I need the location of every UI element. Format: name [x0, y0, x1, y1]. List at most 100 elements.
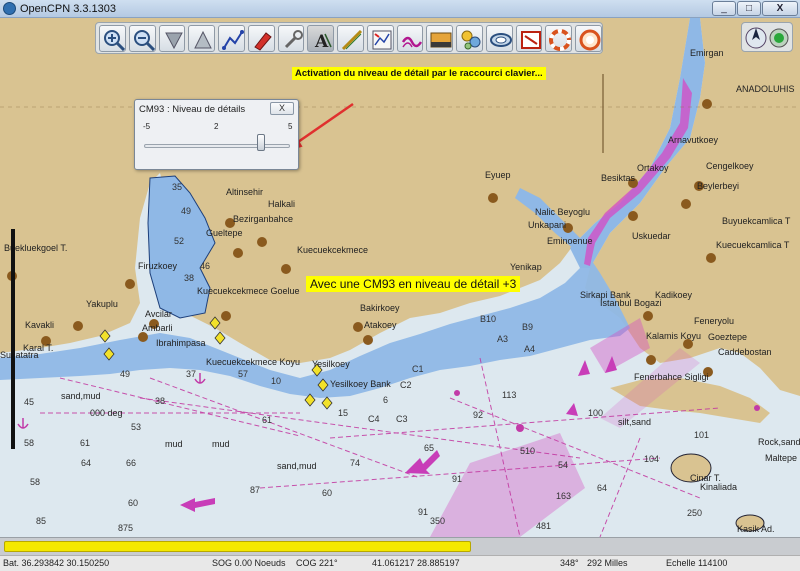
chart-scale-up-button[interactable]	[188, 24, 216, 52]
status-bat: Bat. 36.293842 30.150250	[3, 558, 110, 568]
detail-slider-track[interactable]	[144, 144, 290, 148]
close-button[interactable]: X	[762, 1, 798, 16]
map-label: Kasik Ad.	[737, 524, 775, 534]
mob-button[interactable]	[545, 24, 573, 52]
follow-ship-button[interactable]	[247, 24, 275, 52]
depth-sounding: 92	[473, 410, 484, 420]
zoom-out-icon	[133, 29, 155, 51]
colour-scheme-button[interactable]	[515, 24, 543, 52]
depth-sounding: 60	[322, 488, 333, 498]
depth-sounding: B9	[522, 322, 534, 332]
chart-scale-down-button[interactable]	[158, 24, 186, 52]
annotation-detail-level: Avec une CM93 en niveau de détail +3	[306, 276, 521, 292]
help-icon	[579, 29, 601, 50]
north-arrow-icon	[745, 27, 767, 49]
tide-button[interactable]	[396, 24, 424, 52]
route-manager-icon	[461, 30, 481, 49]
depth-sounding: B10	[480, 314, 497, 324]
map-label: Atakoey	[364, 320, 397, 330]
route-manager-button[interactable]	[456, 24, 483, 52]
depth-sounding: 49	[181, 206, 192, 216]
depth-sounding: 481	[536, 521, 552, 531]
chart-bar-fill[interactable]	[4, 541, 472, 552]
help-button[interactable]	[575, 24, 603, 52]
map-label: Goeztepe	[708, 332, 748, 342]
route-button[interactable]	[218, 24, 245, 52]
depth-sounding: 49	[120, 369, 131, 379]
map-label: Kuecuekcekmece	[297, 245, 369, 255]
current-button[interactable]	[366, 24, 394, 52]
status-position: 41.061217 28.885197	[372, 558, 460, 568]
depth-sounding: 85	[36, 516, 47, 526]
track-button[interactable]	[485, 24, 513, 52]
map-label: Kavakli	[25, 320, 55, 330]
map-label: Firuzkoey	[138, 261, 178, 271]
depth-sounding: 58	[30, 477, 41, 487]
map-label: Ortakoy	[637, 163, 669, 173]
minimize-button[interactable]: _	[712, 1, 736, 16]
depth-sounding: 35	[172, 182, 183, 192]
zoom-in-button[interactable]	[99, 24, 126, 52]
map-label: Unkapani	[528, 220, 567, 230]
tide-icon	[401, 36, 422, 47]
title-bar: OpenCPN 3.3.1303 _ □ X	[0, 0, 800, 18]
map-label: Uskuedar	[632, 231, 671, 241]
map-label: mud	[212, 439, 230, 449]
map-label: Kuecuekcekmece Goeluе	[197, 286, 300, 296]
map-label: Cengelkoey	[706, 161, 754, 171]
depth-sounding: 54	[558, 460, 569, 470]
map-label: Sirkapi Bank	[580, 290, 631, 300]
depth-sounding: 10	[271, 376, 282, 386]
depth-sounding: 61	[80, 438, 91, 448]
map-label: 000 deg	[90, 408, 123, 418]
map-label: Fenerbahce Sigligi	[634, 372, 709, 382]
status-sog: SOG 0.00 Noeuds	[212, 558, 286, 568]
map-label: Halkali	[268, 199, 296, 209]
cm93-detail-dialog: CM93 : Niveau de détails X -5 2 5	[134, 99, 299, 170]
map-label: Bakirkoey	[360, 303, 400, 313]
depth-sounding: 350	[430, 516, 446, 526]
status-bearing: 348°	[560, 558, 579, 568]
depth-sounding: 45	[24, 397, 35, 407]
print-button[interactable]	[426, 24, 454, 52]
depth-sounding: 101	[694, 430, 710, 440]
map-label: mud	[165, 439, 183, 449]
dialog-close-button[interactable]: X	[270, 102, 294, 115]
svg-text:A: A	[314, 32, 329, 52]
track-icon	[489, 32, 512, 47]
settings-button[interactable]	[277, 24, 305, 52]
opencpn-window: OpenCPN 3.3.1303 _ □ X Emirgan ANADOLUHI…	[0, 0, 800, 571]
slider-mid-label: 2	[214, 122, 219, 131]
depth-sounding: 52	[174, 236, 185, 246]
measure-button[interactable]	[337, 24, 364, 52]
map-label: Gueltepe	[206, 228, 243, 238]
chart-bar[interactable]	[0, 537, 800, 555]
depth-sounding: 15	[338, 408, 349, 418]
dialog-title: CM93 : Niveau de détails	[139, 104, 246, 115]
depth-sounding: 875	[118, 523, 134, 533]
maximize-button[interactable]: □	[737, 1, 761, 16]
map-label: Emirgan	[690, 48, 724, 58]
colour-scheme-icon	[520, 30, 541, 49]
map-label: Maltepe	[765, 453, 798, 463]
depth-sounding: 57	[238, 369, 249, 379]
map-label: Feneryolu	[694, 316, 735, 326]
map-label: Beylerbeyi	[697, 181, 740, 191]
map-label: Buyuekcamlica T	[722, 216, 791, 226]
depth-sounding: C2	[400, 380, 412, 390]
text-button[interactable]: A	[307, 24, 335, 52]
map-label: Sutlatatra	[0, 350, 39, 360]
annotation-shortcut: Activation du niveau de détail par le ra…	[292, 67, 546, 80]
map-label: Kuecuekcamlica T	[716, 240, 790, 250]
chart-scale-up-icon	[194, 30, 213, 48]
detail-slider-thumb[interactable]	[256, 134, 265, 151]
zoom-out-button[interactable]	[128, 24, 156, 52]
map-label: Eminoenue	[547, 236, 593, 246]
gps-status-icon	[769, 28, 789, 48]
status-scale: Echelle 114100	[666, 558, 728, 568]
compass-widget[interactable]	[741, 22, 793, 52]
depth-sounding: 87	[250, 485, 261, 495]
depth-sounding: 60	[128, 498, 139, 508]
text-icon: A	[314, 32, 333, 52]
current-icon	[372, 30, 392, 49]
